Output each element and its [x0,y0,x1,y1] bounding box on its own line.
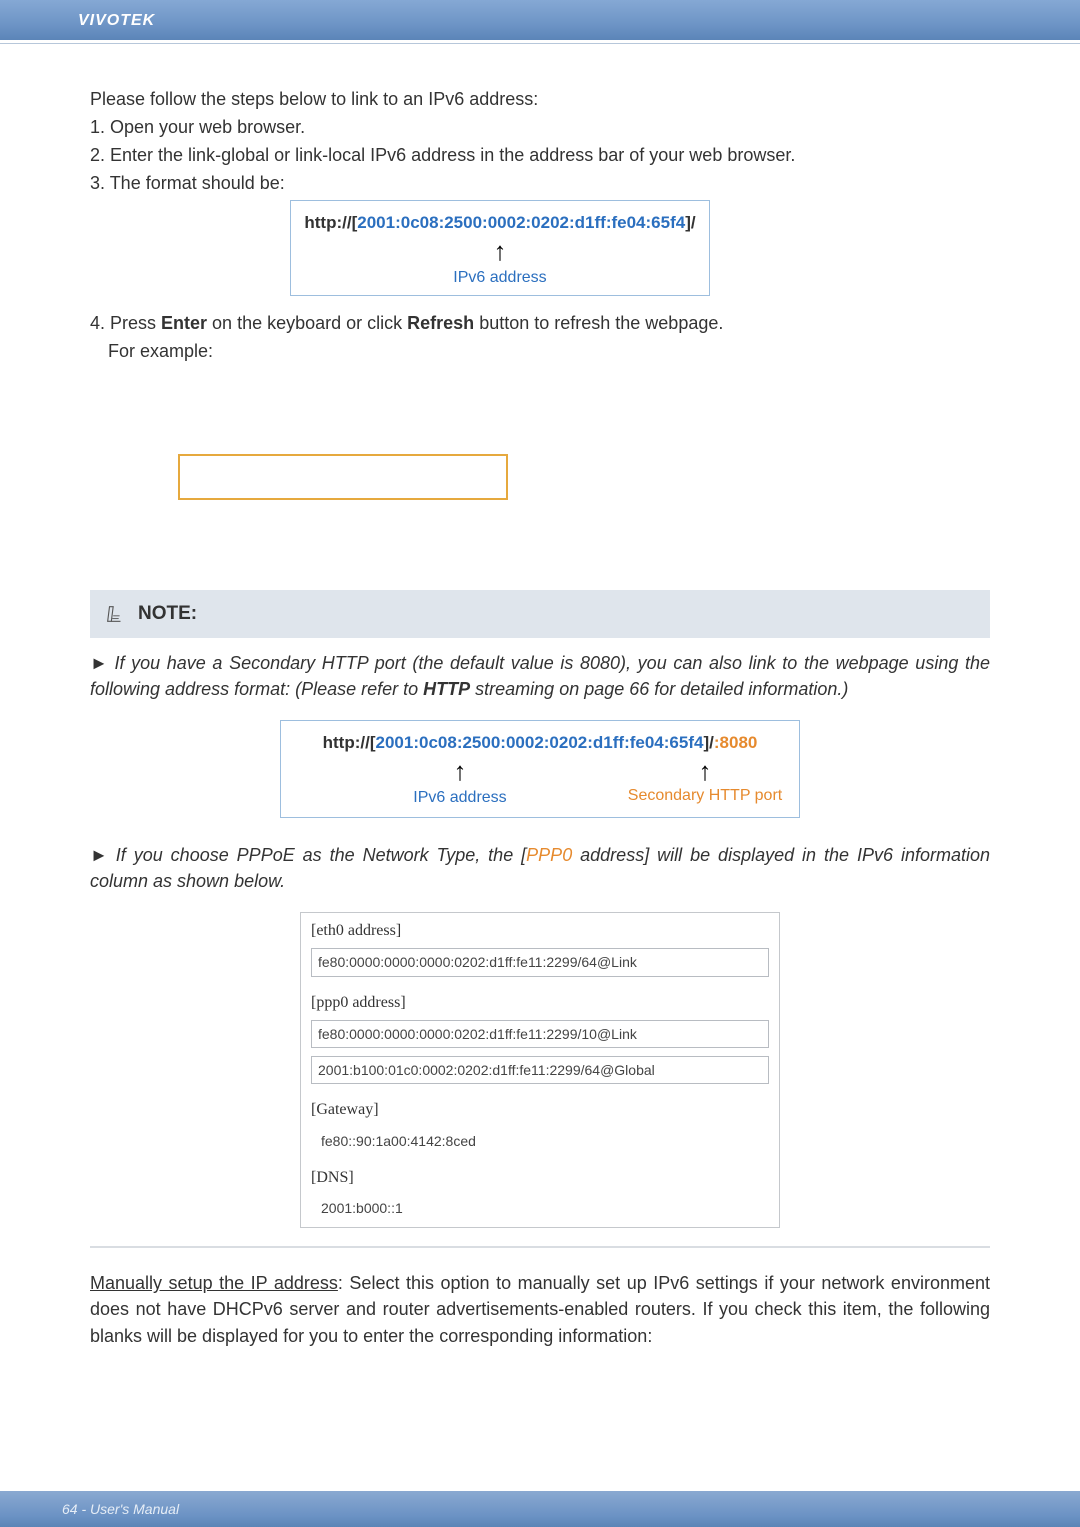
ppp0-label: [ppp0 address] [301,985,779,1018]
ppp0-value-2: 2001:b100:01c0:0002:0202:d1ff:fe11:2299/… [311,1056,769,1084]
arrow-up-icon: ↑ [295,758,625,784]
note-title: NOTE: [138,600,197,628]
step4-example: For example: [90,338,990,364]
url-format-box-1: http://[2001:0c08:2500:0002:0202:d1ff:fe… [290,200,710,296]
step-1: 1. Open your web browser. [90,114,990,140]
url2-ip-label: IPv6 address [295,786,625,809]
ipv6-info-panel: [eth0 address] fe80:0000:0000:0000:0202:… [300,912,780,1228]
intro-text: Please follow the steps below to link to… [90,86,990,112]
url2-port: 8080 [720,733,758,752]
step4-enter: Enter [161,313,207,333]
note-bottom-rule [90,1246,990,1248]
url2-ip: 2001:0c08:2500:0002:0202:d1ff:fe04:65f4 [376,733,704,752]
ppp0-value-1: fe80:0000:0000:0000:0202:d1ff:fe11:2299/… [311,1020,769,1048]
step-4: 4. Press Enter on the keyboard or click … [90,310,990,336]
url1-ipv6-label: IPv6 address [303,266,697,289]
eth0-value: fe80:0000:0000:0000:0202:d1ff:fe11:2299/… [311,948,769,976]
url2-prefix: http:// [323,733,370,752]
note1-http: HTTP [423,679,470,699]
url1-arrow-row: ↑ [303,238,697,264]
header-bar: VIVOTEK [0,0,1080,40]
url-format-box-2: http://[2001:0c08:2500:0002:0202:d1ff:fe… [280,720,800,818]
gateway-value: fe80::90:1a00:4142:8ced [311,1128,769,1154]
step4-a: 4. Press [90,313,161,333]
note-paragraph-2: ► If you choose PPPoE as the Network Typ… [90,842,990,894]
note2-a: ► If you choose PPPoE as the Network Typ… [90,845,526,865]
arrow-up-icon: ↑ [625,758,785,784]
note-bar: NOTE: [90,590,990,638]
url1-prefix: http:// [304,213,351,232]
footer-text: 64 - User's Manual [62,1501,179,1517]
eth0-label: [eth0 address] [301,913,779,946]
step-3: 3. The format should be: [90,170,990,196]
note-paragraph-1: ► If you have a Secondary HTTP port (the… [90,650,990,702]
step4-b: on the keyboard or click [207,313,407,333]
url1-ip: 2001:0c08:2500:0002:0202:d1ff:fe04:65f4 [357,213,685,232]
url1-line: http://[2001:0c08:2500:0002:0202:d1ff:fe… [303,211,697,236]
gateway-label: [Gateway] [301,1092,779,1125]
note2-ppp: PPP0 [526,845,572,865]
step4-refresh: Refresh [407,313,474,333]
dns-value: 2001:b000::1 [311,1195,769,1221]
note1-b: streaming on page 66 for detailed inform… [470,679,848,699]
step-2: 2. Enter the link-global or link-local I… [90,142,990,168]
page: VIVOTEK Please follow the steps below to… [0,0,1080,1527]
url2-line: http://[2001:0c08:2500:0002:0202:d1ff:fe… [295,731,785,756]
example-placeholder-box [178,454,508,500]
content-area: Please follow the steps below to link to… [0,44,1080,1369]
dns-label: [DNS] [301,1160,779,1193]
url1-suffix: / [691,213,696,232]
manual-underline: Manually setup the IP address [90,1273,338,1293]
url2-arrow-row: ↑ IPv6 address ↑ Secondary HTTP port [295,758,785,809]
note-icon [104,603,126,625]
arrow-up-icon: ↑ [494,238,507,264]
url2-arrow-col1: ↑ IPv6 address [295,758,625,809]
url2-arrow-col2: ↑ Secondary HTTP port [625,758,785,809]
url2-port-label: Secondary HTTP port [625,784,785,807]
footer-bar: 64 - User's Manual [0,1491,1080,1527]
manual-setup-paragraph: Manually setup the IP address: Select th… [90,1270,990,1348]
step4-c: button to refresh the webpage. [474,313,723,333]
brand-text: VIVOTEK [78,12,155,29]
